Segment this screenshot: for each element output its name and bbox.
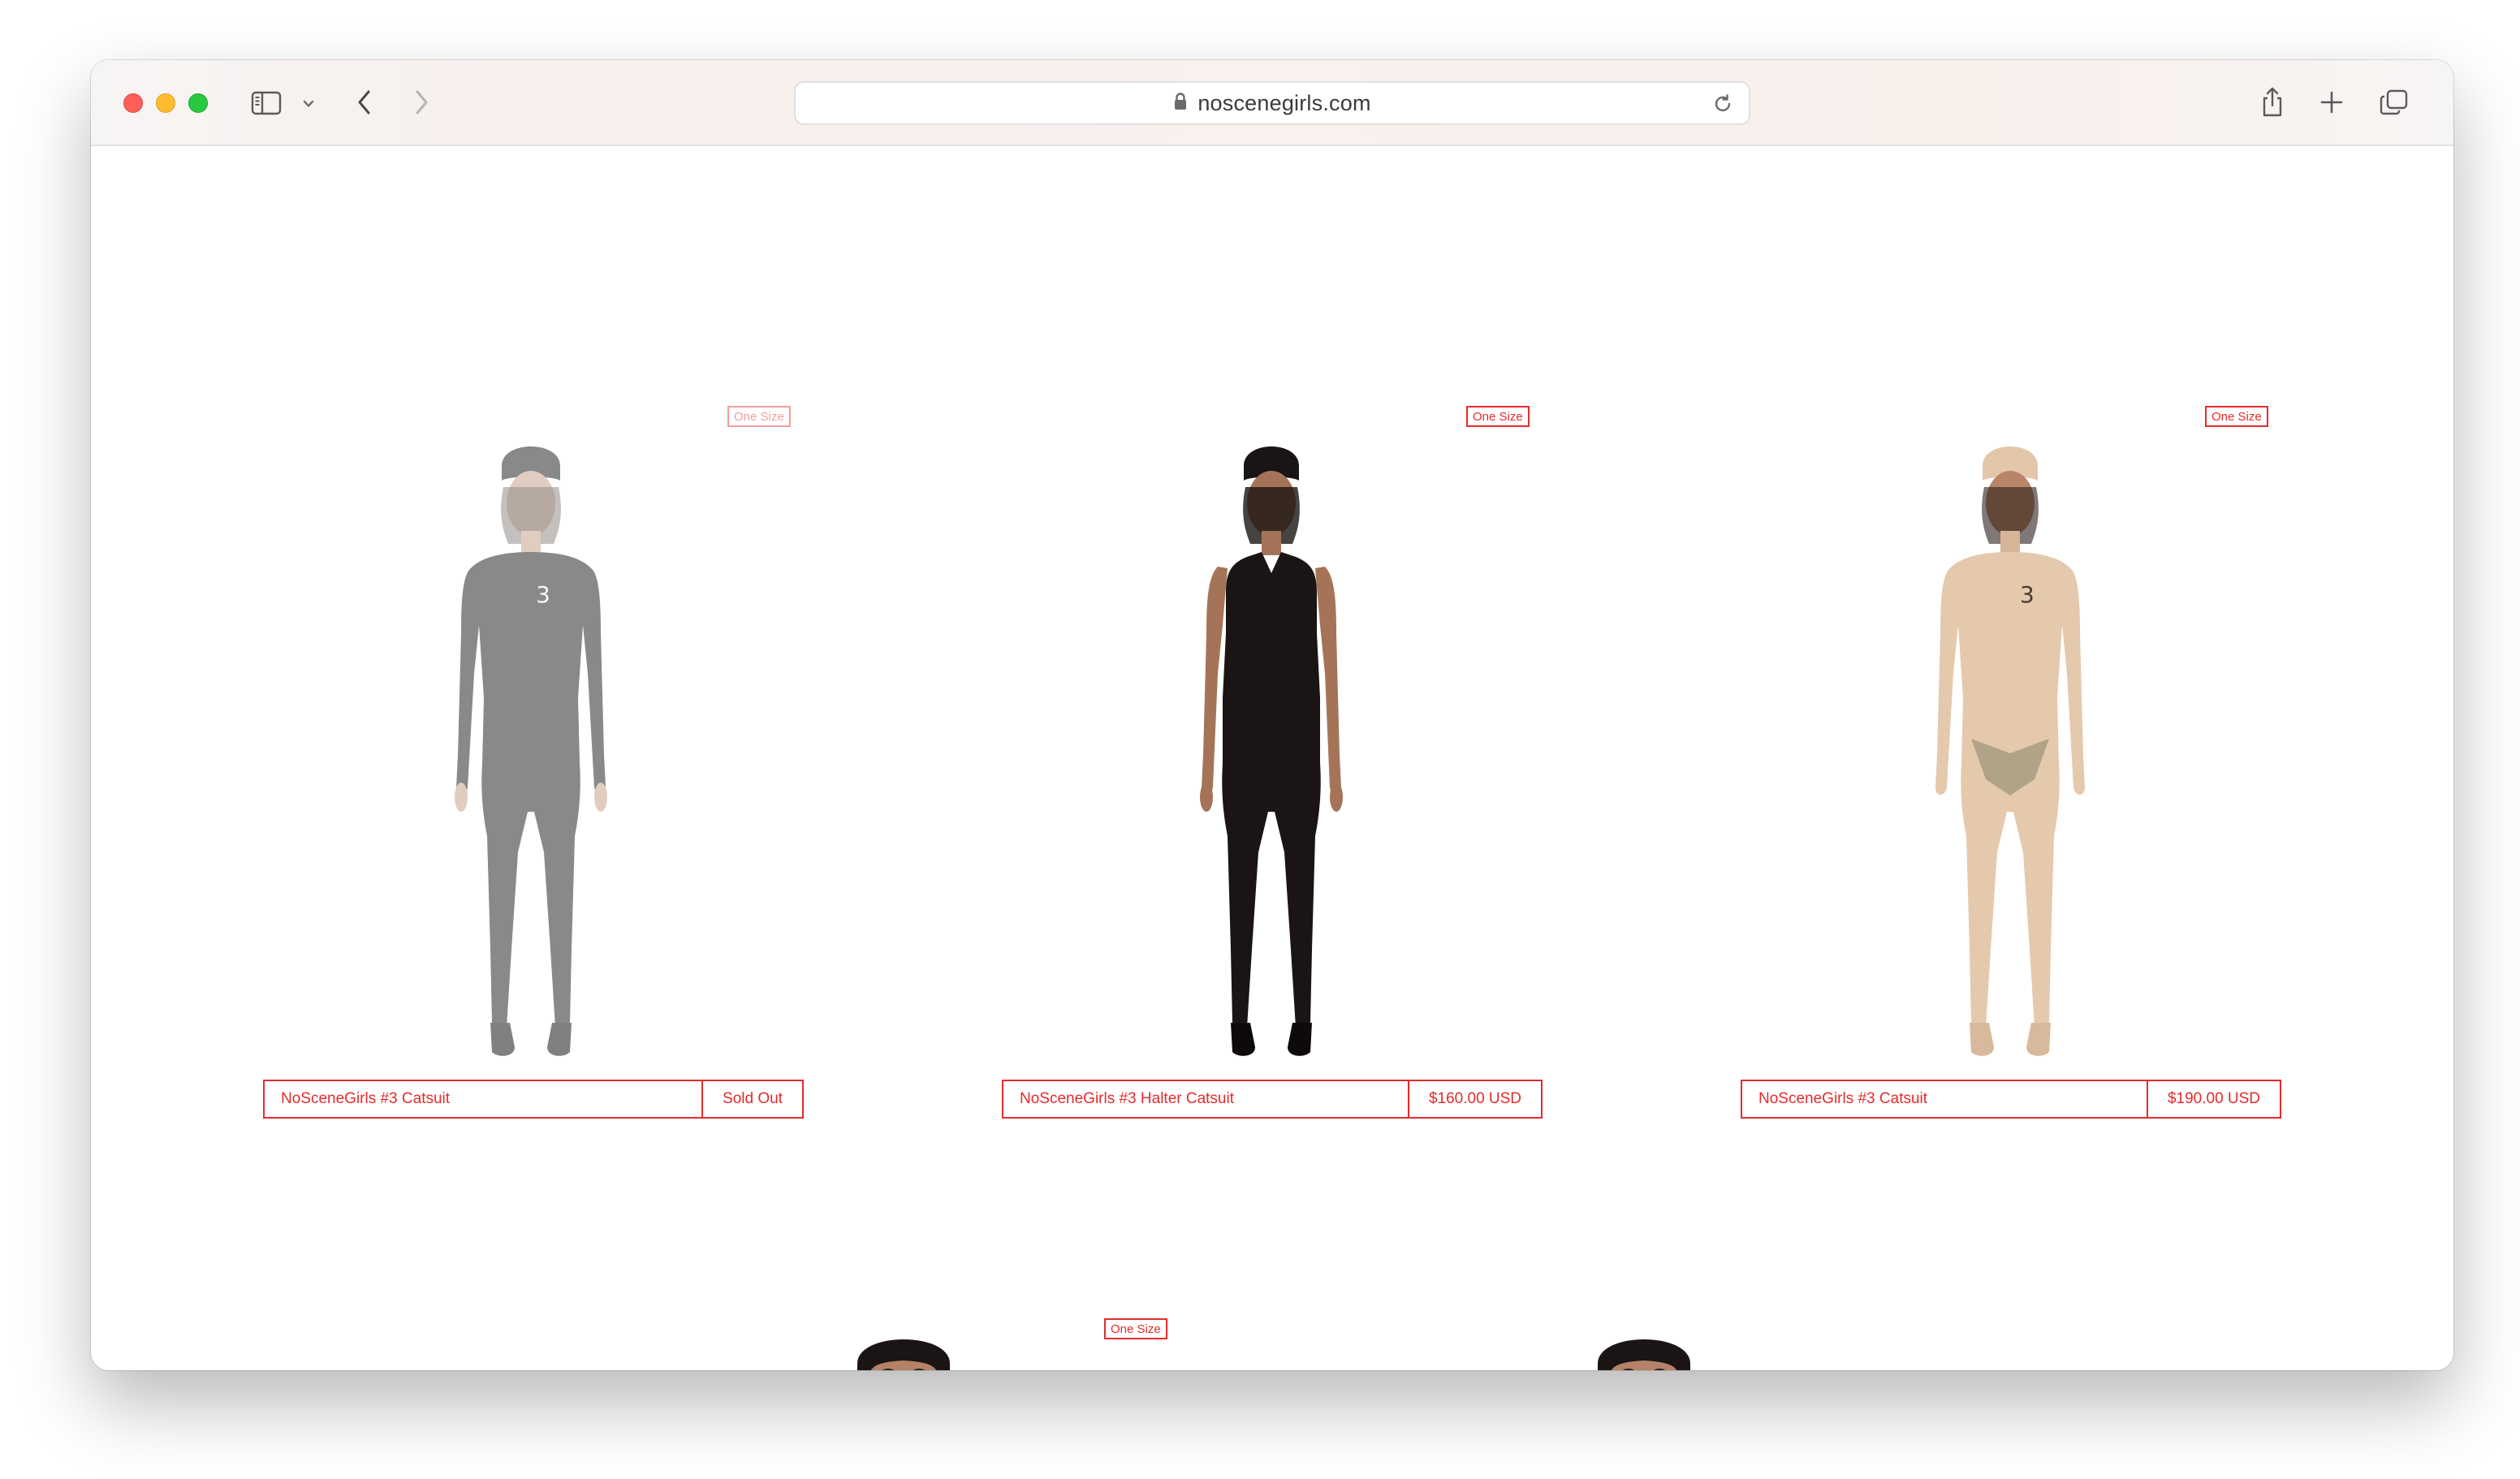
browser-window: noscenegirls.com One Size 3 NoSceneGirls… (91, 60, 2453, 1370)
minimize-window-button[interactable] (156, 93, 175, 113)
zoom-window-button[interactable] (188, 93, 208, 113)
product-name[interactable]: NoSceneGirls #3 Catsuit (265, 1081, 703, 1117)
forward-arrow-icon[interactable] (409, 88, 434, 117)
browser-toolbar: noscenegirls.com (91, 60, 2453, 146)
share-icon[interactable] (2259, 84, 2286, 120)
tab-overview-icon[interactable] (2379, 88, 2410, 117)
product-image-halter-catsuit[interactable] (1190, 430, 1353, 1063)
product-price: $160.00 USD (1428, 1090, 1522, 1107)
chevron-down-icon[interactable] (300, 96, 317, 112)
size-tag[interactable]: One Size (1104, 1318, 1167, 1339)
product-name[interactable]: NoSceneGirls #3 Catsuit (1742, 1081, 2148, 1117)
sidebar-icon[interactable] (250, 89, 283, 117)
product-bar[interactable]: NoSceneGirls #3 Halter Catsuit $160.00 U… (1002, 1080, 1543, 1119)
page-content: One Size 3 NoSceneGirls #3 Catsuit Sold … (91, 146, 2453, 1370)
close-window-button[interactable] (123, 93, 143, 113)
svg-text:3: 3 (2020, 581, 2035, 608)
back-arrow-icon[interactable] (352, 88, 377, 117)
desktop-background: noscenegirls.com One Size 3 NoSceneGirls… (0, 0, 2520, 1479)
product-bar[interactable]: NoSceneGirls #3 Catsuit $190.00 USD (1741, 1080, 2281, 1119)
lock-icon (1173, 92, 1188, 115)
product-price: $190.00 USD (2167, 1090, 2261, 1107)
product-image-partial[interactable] (851, 1331, 956, 1370)
size-tag[interactable]: One Size (1466, 406, 1530, 427)
plus-icon[interactable] (2319, 89, 2345, 115)
reload-icon[interactable] (1711, 93, 1734, 119)
product-bar[interactable]: NoSceneGirls #3 Catsuit Sold Out (263, 1080, 804, 1119)
url-text: noscenegirls.com (1197, 90, 1371, 115)
product-image-nude-catsuit[interactable]: 3 (1929, 430, 2091, 1063)
product-image-partial[interactable] (1591, 1331, 1697, 1370)
address-bar[interactable]: noscenegirls.com (794, 81, 1750, 125)
product-image-catsuit[interactable]: 3 (450, 430, 612, 1063)
product-price: Sold Out (723, 1090, 783, 1107)
product-name[interactable]: NoSceneGirls #3 Halter Catsuit (1003, 1081, 1409, 1117)
size-tag[interactable]: One Size (2205, 406, 2268, 427)
svg-text:3: 3 (536, 581, 550, 608)
size-tag[interactable]: One Size (727, 406, 791, 427)
